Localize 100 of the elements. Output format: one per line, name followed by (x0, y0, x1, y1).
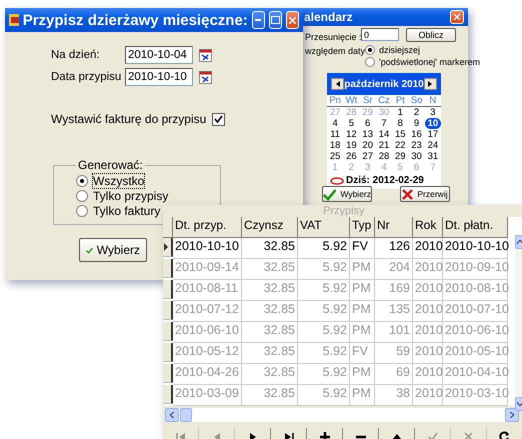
close-button[interactable] (286, 11, 299, 29)
table-cell: 2010-03-09 (173, 385, 242, 406)
calendar-day[interactable]: 21 (376, 140, 392, 151)
minimize-button[interactable] (252, 11, 265, 29)
column-header[interactable]: Typ (350, 217, 375, 238)
row-indicator[interactable] (163, 385, 173, 404)
calendar-day[interactable]: 15 (392, 129, 408, 140)
calendar-day[interactable]: 22 (392, 140, 408, 151)
radio-button[interactable] (76, 175, 88, 187)
table-cell: 32.85 (242, 343, 298, 364)
calendar-day[interactable]: 10 (424, 118, 441, 129)
calendar-day[interactable]: 27 (360, 151, 376, 162)
table-cell: 2010-03-10 (443, 385, 508, 406)
up-triangle-icon (392, 433, 402, 439)
previous-month-button[interactable] (331, 78, 344, 90)
calendar-day[interactable]: 14 (376, 129, 392, 140)
column-header[interactable]: Dt. płatn. (443, 217, 508, 238)
calendar-icon[interactable] (199, 70, 212, 84)
table-cell: 32.85 (242, 259, 298, 280)
calendar-day[interactable]: 16 (408, 129, 425, 140)
right-triangle-icon (428, 81, 432, 87)
calendar-day[interactable]: 12 (343, 129, 360, 140)
calendar-day[interactable]: 3 (424, 107, 441, 118)
row-indicator[interactable] (163, 238, 173, 257)
column-header[interactable]: VAT (298, 217, 350, 238)
compute-button[interactable]: Oblicz (406, 28, 456, 42)
radio-label: Tylko przypisy (93, 189, 168, 203)
row-indicator[interactable] (163, 280, 173, 299)
table-cell: 2010-04-26 (173, 364, 242, 385)
calendar-day[interactable]: 9 (408, 118, 425, 129)
vertical-scrollbar[interactable] (515, 235, 522, 411)
choose-button[interactable]: Wybierz (79, 238, 147, 262)
calendar-day[interactable]: 17 (424, 129, 441, 140)
table-cell: 2010 (413, 280, 443, 301)
row-indicator[interactable] (163, 343, 173, 362)
calendar-icon[interactable] (199, 48, 212, 62)
calendar-day[interactable]: 20 (360, 140, 376, 151)
calendar-day[interactable]: 6 (360, 118, 376, 129)
horizontal-scrollbar[interactable] (165, 408, 519, 422)
radio-button[interactable] (365, 57, 375, 67)
calendar-day[interactable]: 4 (327, 118, 344, 129)
left-triangle-icon (336, 81, 340, 87)
column-header[interactable]: Nr (375, 217, 413, 238)
window-title: Przypisz dzierżawy miesięczne: (22, 12, 248, 28)
offset-field[interactable]: 0 (361, 28, 399, 41)
maximize-button[interactable] (268, 11, 282, 29)
table-cell: 2010-04-10 (443, 364, 508, 385)
calendar-day[interactable]: 5 (343, 118, 360, 129)
date-field[interactable]: 2010-10-10 (125, 68, 193, 86)
weekday-label: Śr (360, 95, 376, 107)
radio-button[interactable] (365, 45, 375, 55)
table-cell: 2010-06-10 (443, 322, 508, 343)
calendar-day[interactable]: 11 (327, 129, 344, 140)
calendar-day[interactable]: 29 (392, 151, 408, 162)
row-indicator[interactable] (163, 301, 173, 320)
row-indicator[interactable] (163, 322, 173, 341)
cancel-button[interactable]: Przerwij (400, 186, 450, 202)
calendar-day[interactable]: 28 (376, 151, 392, 162)
check-icon (323, 188, 336, 200)
column-header[interactable]: Rok (413, 217, 443, 238)
choose-button[interactable]: Wybierz (322, 186, 372, 202)
calendar-day[interactable]: 23 (408, 140, 425, 151)
scrollbar-thumb[interactable] (180, 408, 192, 422)
column-header[interactable]: Dt. przyp. (173, 217, 242, 238)
calendar-day[interactable]: 1 (392, 107, 408, 118)
weekday-label: N (424, 95, 441, 107)
calendar-day[interactable]: 25 (327, 151, 344, 162)
table-cell: 2010-07-10 (443, 301, 508, 322)
left-triangle-icon (212, 432, 220, 439)
calendar-day[interactable]: 19 (343, 140, 360, 151)
calendar-day[interactable]: 31 (424, 151, 441, 162)
next-month-button[interactable] (424, 78, 437, 90)
close-button[interactable] (450, 10, 464, 24)
window-title: Przypisy (323, 205, 365, 217)
last-icon (284, 432, 294, 439)
row-indicator[interactable] (163, 364, 173, 383)
table-cell: 32.85 (242, 322, 298, 343)
checkbox[interactable] (212, 112, 226, 126)
calendar-day[interactable]: 2 (408, 107, 425, 118)
calendar-day[interactable]: 24 (424, 140, 441, 151)
calendar-day[interactable]: 7 (376, 118, 392, 129)
radio-button[interactable] (76, 205, 88, 217)
weekday-label: Pt (392, 95, 408, 107)
column-header[interactable]: Czynsz (242, 217, 298, 238)
table-cell: 2010 (413, 322, 443, 343)
table-cell: 169 (375, 280, 413, 301)
calendar-day[interactable]: 18 (327, 140, 344, 151)
row-indicator[interactable] (163, 259, 173, 278)
radio-button[interactable] (76, 190, 88, 202)
table-cell: 2010 (413, 301, 443, 322)
table-cell: PM (350, 301, 375, 322)
table-cell: 59 (375, 343, 413, 364)
table-cell: 2010-08-11 (173, 280, 242, 301)
date-field[interactable]: 2010-10-04 (125, 46, 193, 64)
calendar-day[interactable]: 13 (360, 129, 376, 140)
table-cell: PM (350, 364, 375, 385)
table-cell: 2010-05-12 (173, 343, 242, 364)
calendar-day[interactable]: 8 (392, 118, 408, 129)
calendar-day[interactable]: 26 (343, 151, 360, 162)
calendar-day[interactable]: 30 (408, 151, 425, 162)
